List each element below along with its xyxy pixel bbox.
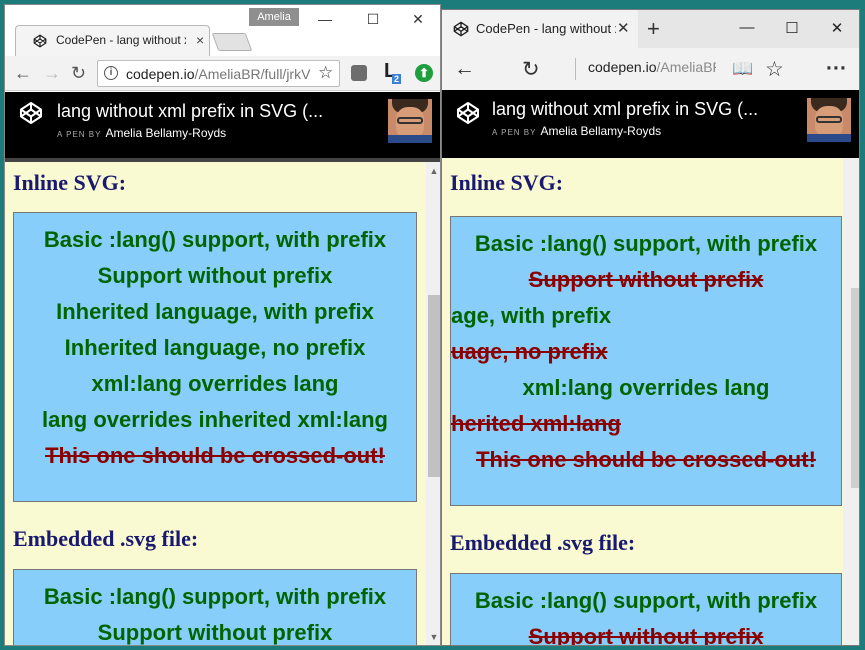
inline-svg-box: Basic :lang() support, with prefix Suppo… [13, 212, 417, 502]
extension-l-icon[interactable]: L2 [384, 60, 402, 84]
favorite-star-icon[interactable]: ☆ [765, 57, 784, 82]
codepen-logo-icon[interactable] [19, 101, 43, 125]
test-line: Basic :lang() support, with prefix [43, 227, 387, 252]
test-line: herited xml:lang [451, 411, 621, 436]
test-line: Inherited language, with prefix [56, 299, 374, 324]
pen-by-label: A PEN BY [492, 128, 537, 137]
test-line: Support without prefix [97, 263, 333, 288]
url-host: codepen.io [126, 66, 195, 82]
test-line: Basic :lang() support, with prefix [474, 231, 818, 256]
reload-icon[interactable]: ↻ [522, 57, 540, 82]
test-line: This one should be crossed-out! [476, 447, 816, 472]
new-tab-button[interactable] [211, 33, 253, 51]
chrome-titlebar: Amelia — ☐ ✕ CodePen - lang without xml … [5, 5, 440, 56]
scrollbar[interactable] [843, 158, 859, 645]
codepen-header: lang without xml prefix in SVG (... A PE… [5, 92, 440, 158]
minimize-icon[interactable]: — [310, 11, 340, 27]
chrome-toolbar: ← → ↻ i codepen.io/AmeliaBR/full/jrkV ☆ … [5, 56, 440, 91]
edge-titlebar: CodePen - lang without xml prefix ✕ + — … [442, 10, 859, 48]
forward-icon[interactable]: → [43, 63, 61, 83]
page-content: Inline SVG: Basic :lang() support, with … [5, 162, 426, 645]
codepen-header: lang without xml prefix in SVG (... A PE… [442, 90, 859, 158]
reload-icon[interactable]: ↻ [71, 63, 86, 83]
test-line: Support without prefix [528, 267, 764, 292]
tab-title: CodePen - lang without xml prefix [476, 21, 616, 36]
address-bar[interactable]: i codepen.io/AmeliaBR/full/jrkV ☆ [97, 60, 340, 87]
tab-codepen[interactable]: CodePen - lang without xml prefix × [15, 25, 210, 56]
maximize-icon[interactable]: ☐ [358, 11, 388, 28]
more-icon[interactable]: ··· [826, 57, 847, 81]
test-line: Support without prefix [97, 620, 333, 645]
tab-title: CodePen - lang without xml prefix [56, 33, 186, 47]
embedded-svg-heading: Embedded .svg file: [13, 526, 199, 551]
test-line: Inherited language, no prefix [64, 335, 366, 360]
maximize-icon[interactable]: ☐ [777, 19, 807, 37]
info-icon[interactable]: i [104, 66, 118, 80]
close-window-icon[interactable]: ✕ [403, 11, 433, 28]
test-line: Basic :lang() support, with prefix [43, 584, 387, 609]
test-line: uage, no prefix [451, 339, 608, 364]
url-host: codepen.io [588, 59, 657, 75]
tab-codepen[interactable]: CodePen - lang without xml prefix ✕ [442, 10, 638, 48]
pen-by-label: A PEN BY [57, 130, 102, 139]
back-icon[interactable]: ← [14, 63, 32, 83]
codepen-logo-icon[interactable] [456, 101, 480, 125]
update-icon[interactable]: ⬆ [415, 64, 433, 82]
pen-title: lang without xml prefix in SVG (... [492, 99, 759, 119]
test-line: xml:lang overrides lang [91, 371, 339, 396]
new-tab-icon[interactable]: + [647, 16, 660, 42]
inline-svg-box: Basic :lang() support, with prefix Suppo… [450, 216, 842, 506]
edge-toolbar: ← ↻ codepen.io/AmeliaBR/f 📖 ☆ ··· [442, 48, 859, 90]
test-line: This one should be crossed-out! [45, 443, 385, 468]
pen-author-line: A PEN BY Amelia Bellamy-Royds [57, 126, 226, 140]
avatar[interactable] [388, 99, 432, 143]
edge-window: CodePen - lang without xml prefix ✕ + — … [441, 9, 860, 646]
address-bar[interactable]: codepen.io/AmeliaBR/f [588, 59, 716, 75]
scrollbar-thumb[interactable] [428, 295, 440, 477]
extension-icon[interactable] [351, 65, 367, 81]
tab-close-icon[interactable]: ✕ [617, 19, 630, 37]
pen-author[interactable]: Amelia Bellamy-Royds [105, 126, 226, 140]
scrollbar[interactable]: ▲ ▼ [426, 162, 440, 645]
embedded-svg-box: Basic :lang() support, with prefix Suppo… [13, 569, 417, 645]
url-path: /AmeliaBR/f [656, 59, 716, 75]
minimize-icon[interactable]: — [732, 19, 762, 36]
scroll-up-icon[interactable]: ▲ [426, 166, 440, 176]
back-icon[interactable]: ← [454, 57, 475, 81]
test-line: lang overrides inherited xml:lang [42, 407, 388, 432]
avatar[interactable] [807, 98, 851, 142]
test-line: age, with prefix [451, 303, 612, 328]
embedded-svg-box: Basic :lang() support, with prefix Suppo… [450, 573, 842, 646]
codepen-favicon-icon [453, 21, 469, 37]
extension-badge: 2 [392, 74, 402, 84]
test-line: Basic :lang() support, with prefix [474, 588, 818, 613]
profile-badge[interactable]: Amelia [249, 8, 299, 26]
url-text: codepen.io/AmeliaBR/full/jrkV [126, 66, 311, 82]
inline-svg-heading: Inline SVG: [13, 170, 127, 195]
close-window-icon[interactable]: ✕ [822, 19, 852, 37]
codepen-favicon-icon [33, 34, 47, 48]
reading-view-icon[interactable]: 📖 [732, 59, 753, 79]
inline-svg-heading: Inline SVG: [450, 170, 564, 195]
pen-author-line: A PEN BY Amelia Bellamy-Royds [492, 124, 661, 138]
tab-close-icon[interactable]: × [196, 32, 204, 48]
chrome-window: Amelia — ☐ ✕ CodePen - lang without xml … [4, 4, 441, 646]
scroll-down-icon[interactable]: ▼ [426, 632, 440, 642]
pen-author[interactable]: Amelia Bellamy-Royds [540, 124, 661, 138]
test-line: xml:lang overrides lang [522, 375, 770, 400]
embedded-svg-heading: Embedded .svg file: [450, 530, 636, 555]
scrollbar-thumb[interactable] [851, 288, 859, 488]
toolbar-separator [575, 58, 576, 80]
url-path: /AmeliaBR/full/jrkV [194, 66, 311, 82]
page-content: Inline SVG: Basic :lang() support, with … [442, 158, 843, 646]
bookmark-star-icon[interactable]: ☆ [318, 63, 333, 83]
test-line: Support without prefix [528, 624, 764, 646]
pen-title: lang without xml prefix in SVG (... [57, 101, 324, 121]
